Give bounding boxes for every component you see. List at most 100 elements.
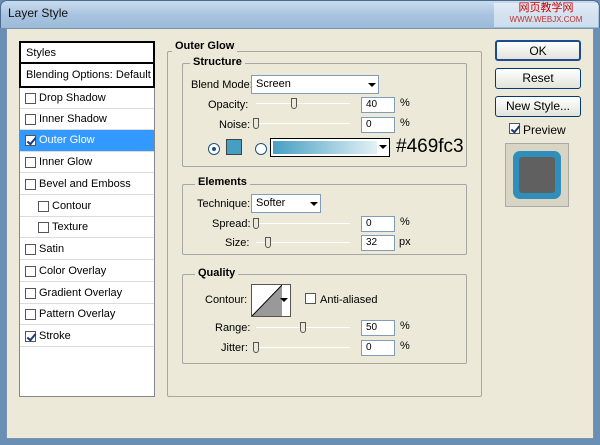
opacity-label: Opacity: [208,99,249,111]
contour-linear-icon [252,285,282,316]
gradient-overlay-checkbox[interactable] [25,288,36,299]
anti-aliased-checkbox[interactable] [305,293,316,304]
technique-dropdown[interactable]: Softer [251,194,321,213]
watermark: 网页教学网 WWW.WEBJX.COM [494,3,598,27]
preview-label: Preview [523,123,566,137]
stroke-checkbox[interactable] [25,331,36,342]
range-unit: % [400,320,410,332]
section-title: Outer Glow [172,40,238,52]
style-item-stroke[interactable]: Stroke [20,326,154,347]
size-input[interactable]: 32 [361,235,395,251]
size-slider-thumb[interactable] [265,237,272,248]
style-item-texture[interactable]: Texture [20,217,154,238]
styles-header[interactable]: Styles [19,41,155,64]
blending-options-label: Blending Options: Default [26,69,151,81]
texture-checkbox[interactable] [38,222,49,233]
drop-shadow-checkbox[interactable] [25,93,36,104]
style-item-satin[interactable]: Satin [20,239,154,260]
technique-value: Softer [256,197,286,209]
noise-slider-track[interactable] [256,123,350,124]
outer-glow-checkbox[interactable] [25,135,36,146]
style-item-color-overlay[interactable]: Color Overlay [20,261,154,282]
style-item-label: Inner Shadow [39,113,107,125]
style-item-label: Inner Glow [39,156,93,168]
range-label: Range: [215,322,251,334]
structure-title: Structure [190,56,245,68]
color-overlay-checkbox[interactable] [25,266,36,277]
watermark-url: WWW.WEBJX.COM [509,15,583,24]
style-item-label: Stroke [39,330,71,342]
glow-gradient-picker[interactable] [270,138,390,157]
jitter-label: Jitter: [221,342,248,354]
style-item-bevel-emboss[interactable]: Bevel and Emboss [20,174,154,195]
preview-inner-square [519,157,555,193]
range-slider-thumb[interactable] [300,322,306,333]
spread-slider-thumb[interactable] [253,218,259,229]
preview-box [505,143,569,207]
noise-value: 0 [366,119,372,130]
range-input[interactable]: 50 [361,320,395,336]
style-item-label: Texture [52,221,89,233]
blend-mode-dropdown[interactable]: Screen [251,75,379,94]
spread-slider-track[interactable] [256,223,350,224]
chevron-down-icon [280,298,288,302]
noise-label: Noise: [219,119,251,131]
contour-picker[interactable] [251,284,291,317]
style-item-label: Contour [52,200,92,212]
spread-value: 0 [366,218,372,229]
anti-aliased-label: Anti-aliased [320,294,378,306]
jitter-slider-thumb[interactable] [253,342,259,353]
style-item-pattern-overlay[interactable]: Pattern Overlay [20,304,154,325]
noise-unit: % [400,117,410,129]
new-style-button[interactable]: New Style... [495,96,581,117]
style-item-label: Gradient Overlay [39,287,123,299]
technique-label: Technique: [197,198,251,210]
window-title: Layer Style [8,6,69,20]
spread-unit: % [400,216,410,228]
size-unit: px [399,236,411,248]
opacity-slider-track[interactable] [256,103,350,104]
inner-shadow-checkbox[interactable] [25,114,36,125]
pattern-overlay-checkbox[interactable] [25,309,36,320]
style-item-gradient-overlay[interactable]: Gradient Overlay [20,283,154,304]
jitter-input[interactable]: 0 [361,340,395,356]
style-item-label: Outer Glow [39,134,95,146]
style-item-label: Pattern Overlay [39,308,116,320]
satin-checkbox[interactable] [25,244,36,255]
quality-title: Quality [195,267,239,279]
gradient-preview [273,141,377,154]
opacity-input[interactable]: 40 [361,97,395,113]
glow-color-swatch[interactable] [226,139,242,155]
style-item-contour[interactable]: Contour [20,196,154,217]
contour-checkbox[interactable] [38,201,49,212]
color-hex-annotation: #469fc3 [396,136,464,157]
style-item-inner-shadow[interactable]: Inner Shadow [20,109,154,130]
style-item-label: Color Overlay [39,265,107,277]
style-item-inner-glow[interactable]: Inner Glow [20,152,154,173]
chevron-down-icon [379,145,387,149]
blend-mode-value: Screen [256,78,291,90]
jitter-value: 0 [366,342,372,353]
range-value: 50 [366,322,378,333]
watermark-text: 网页教学网 [518,2,574,14]
chevron-down-icon [310,202,318,206]
noise-slider-thumb[interactable] [253,118,259,129]
gradient-radio[interactable] [255,143,267,155]
elements-title: Elements [195,176,250,188]
noise-input[interactable]: 0 [361,117,395,133]
preview-checkbox[interactable] [509,123,520,134]
inner-glow-checkbox[interactable] [25,157,36,168]
solid-color-radio[interactable] [208,143,220,155]
styles-header-label: Styles [26,47,56,59]
size-label: Size: [225,237,250,249]
ok-button[interactable]: OK [495,40,581,61]
opacity-slider-thumb[interactable] [290,98,297,109]
reset-button[interactable]: Reset [495,68,581,89]
opacity-unit: % [400,97,410,109]
jitter-slider-track[interactable] [256,347,350,348]
spread-input[interactable]: 0 [361,216,395,232]
bevel-emboss-checkbox[interactable] [25,179,36,190]
blending-options[interactable]: Blending Options: Default [19,64,155,88]
style-item-outer-glow[interactable]: Outer Glow [20,130,154,152]
style-item-drop-shadow[interactable]: Drop Shadow [20,88,154,109]
